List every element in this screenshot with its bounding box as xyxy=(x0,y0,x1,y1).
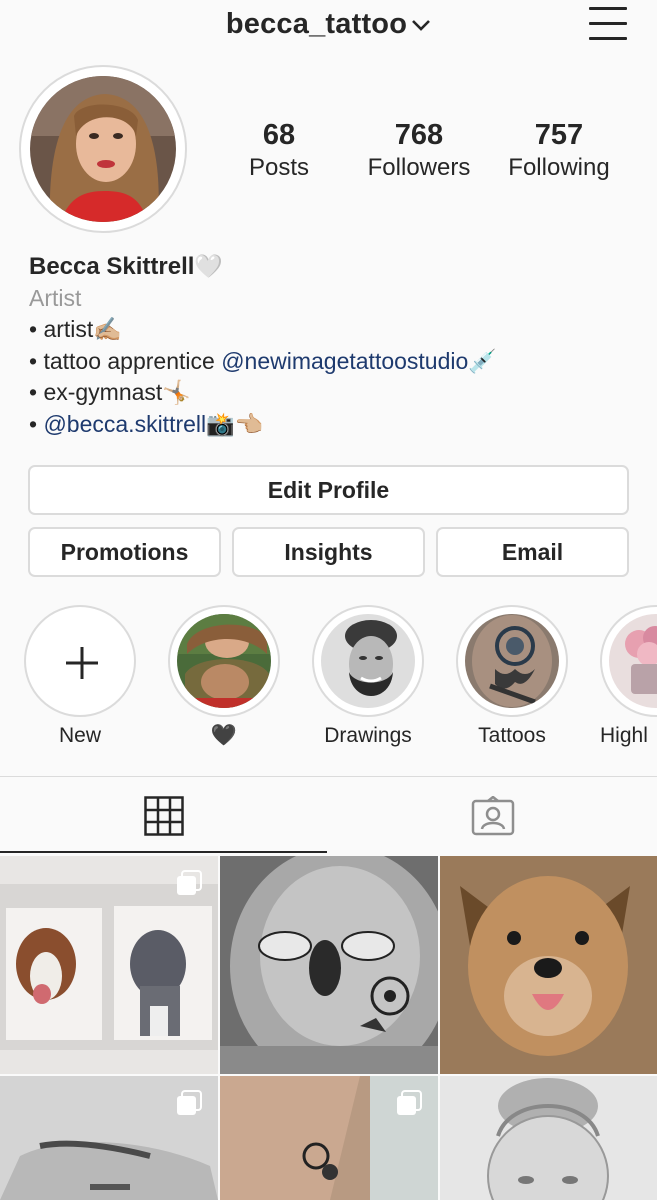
email-button[interactable]: Email xyxy=(436,527,629,577)
syringe-icon: 💉 xyxy=(468,347,497,374)
highlight-cover-image xyxy=(609,614,657,708)
edit-profile-button[interactable]: Edit Profile xyxy=(28,465,629,515)
menu-icon[interactable] xyxy=(589,7,627,41)
bio-line-artist: • artist xyxy=(29,316,94,342)
posts-count[interactable]: 68 Posts xyxy=(204,118,354,184)
highlight-new[interactable]: New xyxy=(24,605,136,748)
followers-label: Followers xyxy=(367,154,471,181)
posts-value: 68 xyxy=(262,119,296,151)
highlight-label: Tattoos xyxy=(478,724,546,747)
tab-tagged[interactable] xyxy=(330,777,657,854)
highlight-ring xyxy=(600,605,657,717)
writing-hand-icon: ✍🏼 xyxy=(93,316,122,342)
bio-line-apprentice: • tattoo apprentice xyxy=(29,347,222,374)
highlight-label: New xyxy=(58,724,101,747)
post-image xyxy=(220,856,438,1074)
post-tile[interactable] xyxy=(440,1076,657,1200)
post-tile[interactable] xyxy=(0,856,218,1074)
following-value: 757 xyxy=(534,119,584,151)
profile-category: Artist xyxy=(29,284,82,311)
highlight-cover-image xyxy=(465,614,559,708)
followers-count[interactable]: 768 Followers xyxy=(344,118,494,184)
posts-label: Posts xyxy=(248,154,310,181)
followers-value: 768 xyxy=(394,119,444,151)
multiple-posts-icon xyxy=(177,870,202,895)
personal-mention-link[interactable]: @becca.skittrell xyxy=(43,411,206,437)
grid-icon xyxy=(144,796,184,836)
tagged-icon xyxy=(471,796,515,836)
highlight-ring xyxy=(312,605,424,717)
camera-pointing-icon: 📸👈🏼 xyxy=(206,410,264,437)
multiple-posts-icon xyxy=(177,1090,202,1115)
highlight-ring xyxy=(456,605,568,717)
highlight-label: Drawings xyxy=(324,724,412,747)
post-tile[interactable] xyxy=(220,1076,438,1200)
highlight-cover-image xyxy=(321,614,415,708)
avatar-photo xyxy=(30,76,176,222)
insights-button[interactable]: Insights xyxy=(232,527,425,577)
highlight-heart[interactable]: 🖤 xyxy=(168,605,280,748)
active-tab-indicator xyxy=(0,851,327,853)
tab-grid[interactable] xyxy=(0,777,327,854)
studio-mention-link[interactable]: @newimagetattoostudio xyxy=(221,348,468,374)
profile-bio: Becca Skittrell🤍 Artist • artist✍🏼 • tat… xyxy=(29,251,639,440)
white-heart-icon: 🤍 xyxy=(194,253,224,279)
following-label: Following xyxy=(508,154,610,181)
post-image xyxy=(440,1076,657,1200)
bio-line-bullet: • xyxy=(29,410,44,437)
bio-line-gymnast: • ex-gymnast xyxy=(29,379,163,405)
new-highlight-ring xyxy=(24,605,136,717)
username-switcher[interactable]: becca_tattoo xyxy=(0,8,657,41)
post-tile[interactable] xyxy=(440,856,657,1074)
multiple-posts-icon xyxy=(397,1090,422,1115)
highlight-highlights[interactable]: Highl xyxy=(600,605,657,748)
post-image xyxy=(440,856,657,1074)
profile-avatar[interactable] xyxy=(19,65,187,233)
highlight-cover-image xyxy=(177,614,271,708)
cartwheel-icon: 🤸🏼 xyxy=(162,379,191,405)
post-tile[interactable] xyxy=(220,856,438,1074)
post-tile[interactable] xyxy=(0,1076,218,1200)
promotions-button[interactable]: Promotions xyxy=(28,527,221,577)
chevron-down-icon xyxy=(412,20,431,32)
highlight-tattoos[interactable]: Tattoos xyxy=(456,605,568,748)
username: becca_tattoo xyxy=(225,8,408,40)
highlight-ring xyxy=(168,605,280,717)
plus-icon xyxy=(66,647,98,679)
highlight-label: Highl xyxy=(600,724,648,747)
profile-name: Becca Skittrell xyxy=(29,253,195,280)
highlight-label: 🖤 xyxy=(210,724,238,747)
top-bar: becca_tattoo xyxy=(0,0,657,54)
following-count[interactable]: 757 Following xyxy=(484,118,634,184)
highlight-drawings[interactable]: Drawings xyxy=(312,605,424,748)
